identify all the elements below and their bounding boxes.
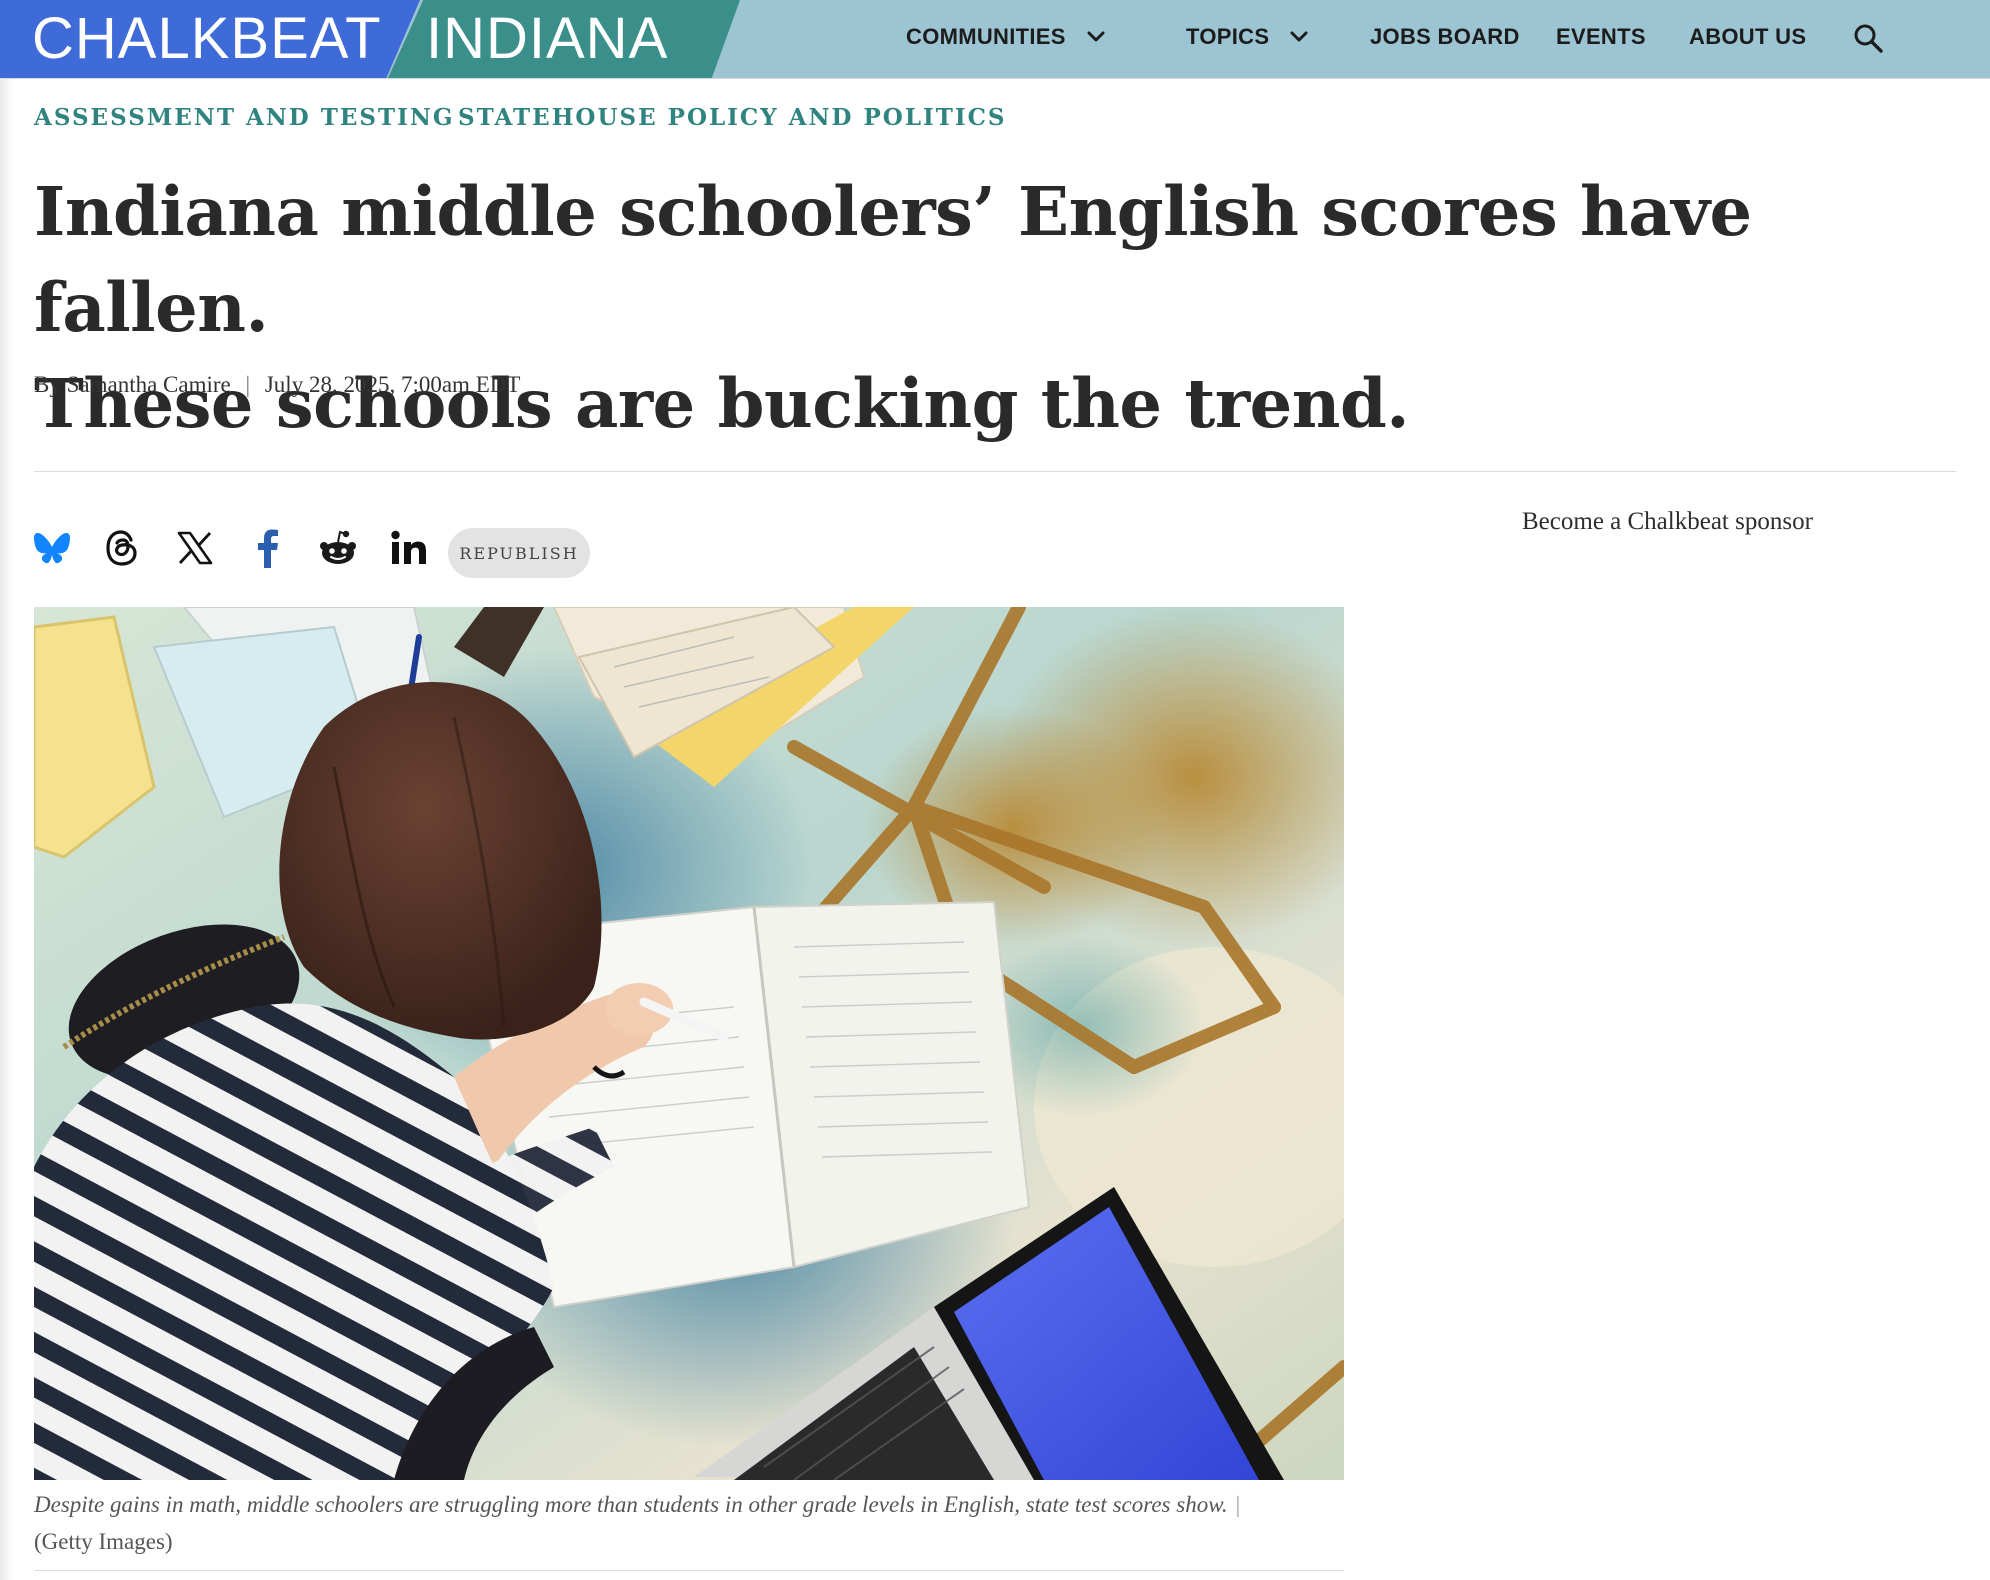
caption-text: Despite gains in math, middle schoolers … — [34, 1492, 1228, 1517]
page-edge-shadow — [0, 0, 14, 1580]
chevron-down-icon — [1087, 31, 1105, 42]
logo-chalkbeat-text: CHALKBEAT — [32, 6, 382, 71]
byline-separator: | — [245, 372, 251, 397]
bluesky-icon — [34, 533, 70, 564]
student-studying-photo — [34, 607, 1344, 1480]
caption-separator: | — [1235, 1492, 1241, 1517]
nav-topics[interactable]: TOPICS — [1186, 0, 1309, 74]
category-assessment-testing[interactable]: ASSESSMENT AND TESTING — [34, 104, 455, 131]
share-linkedin[interactable] — [389, 526, 429, 570]
site-header: CHALKBEAT INDIANA COMMUNITIES TOPICS JOB… — [0, 0, 1990, 79]
nav-about-us[interactable]: ABOUT US — [1689, 0, 1806, 74]
share-facebook[interactable] — [248, 526, 288, 570]
chevron-down-icon — [1290, 31, 1308, 42]
chalkbeat-logo[interactable]: CHALKBEAT — [0, 0, 420, 78]
byline-prefix: By — [34, 372, 61, 397]
nav-communities[interactable]: COMMUNITIES — [906, 0, 1106, 74]
category-statehouse-policy[interactable]: STATEHOUSE POLICY AND POLITICS — [458, 104, 1007, 131]
image-credit: (Getty Images) — [34, 1529, 173, 1554]
byline: By Samantha Camire | July 28, 2025, 7:00… — [34, 372, 520, 398]
nav-communities-label: COMMUNITIES — [906, 24, 1066, 49]
nav-events-label: EVENTS — [1556, 24, 1646, 49]
article-headline: Indiana middle schoolers’ English scores… — [34, 164, 1884, 452]
reddit-icon — [320, 530, 356, 564]
nav-jobs-board[interactable]: JOBS BOARD — [1370, 0, 1520, 74]
logo-indiana-text: INDIANA — [426, 6, 669, 71]
share-reddit[interactable] — [318, 526, 358, 570]
share-threads[interactable] — [102, 526, 142, 570]
article-hero-image — [34, 607, 1344, 1480]
become-sponsor-link[interactable]: Become a Chalkbeat sponsor — [1522, 508, 1813, 536]
share-bluesky[interactable] — [32, 526, 72, 570]
caption-divider — [34, 1570, 1344, 1571]
nav-events[interactable]: EVENTS — [1556, 0, 1646, 74]
divider — [34, 471, 1956, 472]
linkedin-icon — [391, 530, 426, 564]
nav-about-us-label: ABOUT US — [1689, 24, 1807, 49]
image-caption: Despite gains in math, middle schoolers … — [34, 1486, 1344, 1560]
author-link[interactable]: Samantha Camire — [67, 372, 231, 397]
share-x[interactable] — [175, 526, 215, 570]
x-icon — [177, 531, 213, 565]
headline-line-1: Indiana middle schoolers’ English scores… — [34, 172, 1752, 347]
facebook-icon — [258, 529, 278, 568]
republish-button[interactable]: REPUBLISH — [448, 528, 590, 578]
publish-date: July 28, 2025, 7:00am EDT — [264, 372, 521, 397]
nav-topics-label: TOPICS — [1186, 24, 1270, 49]
nav-jobs-board-label: JOBS BOARD — [1370, 24, 1520, 49]
threads-icon — [106, 530, 137, 566]
indiana-bureau-logo[interactable]: INDIANA — [388, 0, 740, 78]
search-icon[interactable] — [1852, 22, 1884, 54]
